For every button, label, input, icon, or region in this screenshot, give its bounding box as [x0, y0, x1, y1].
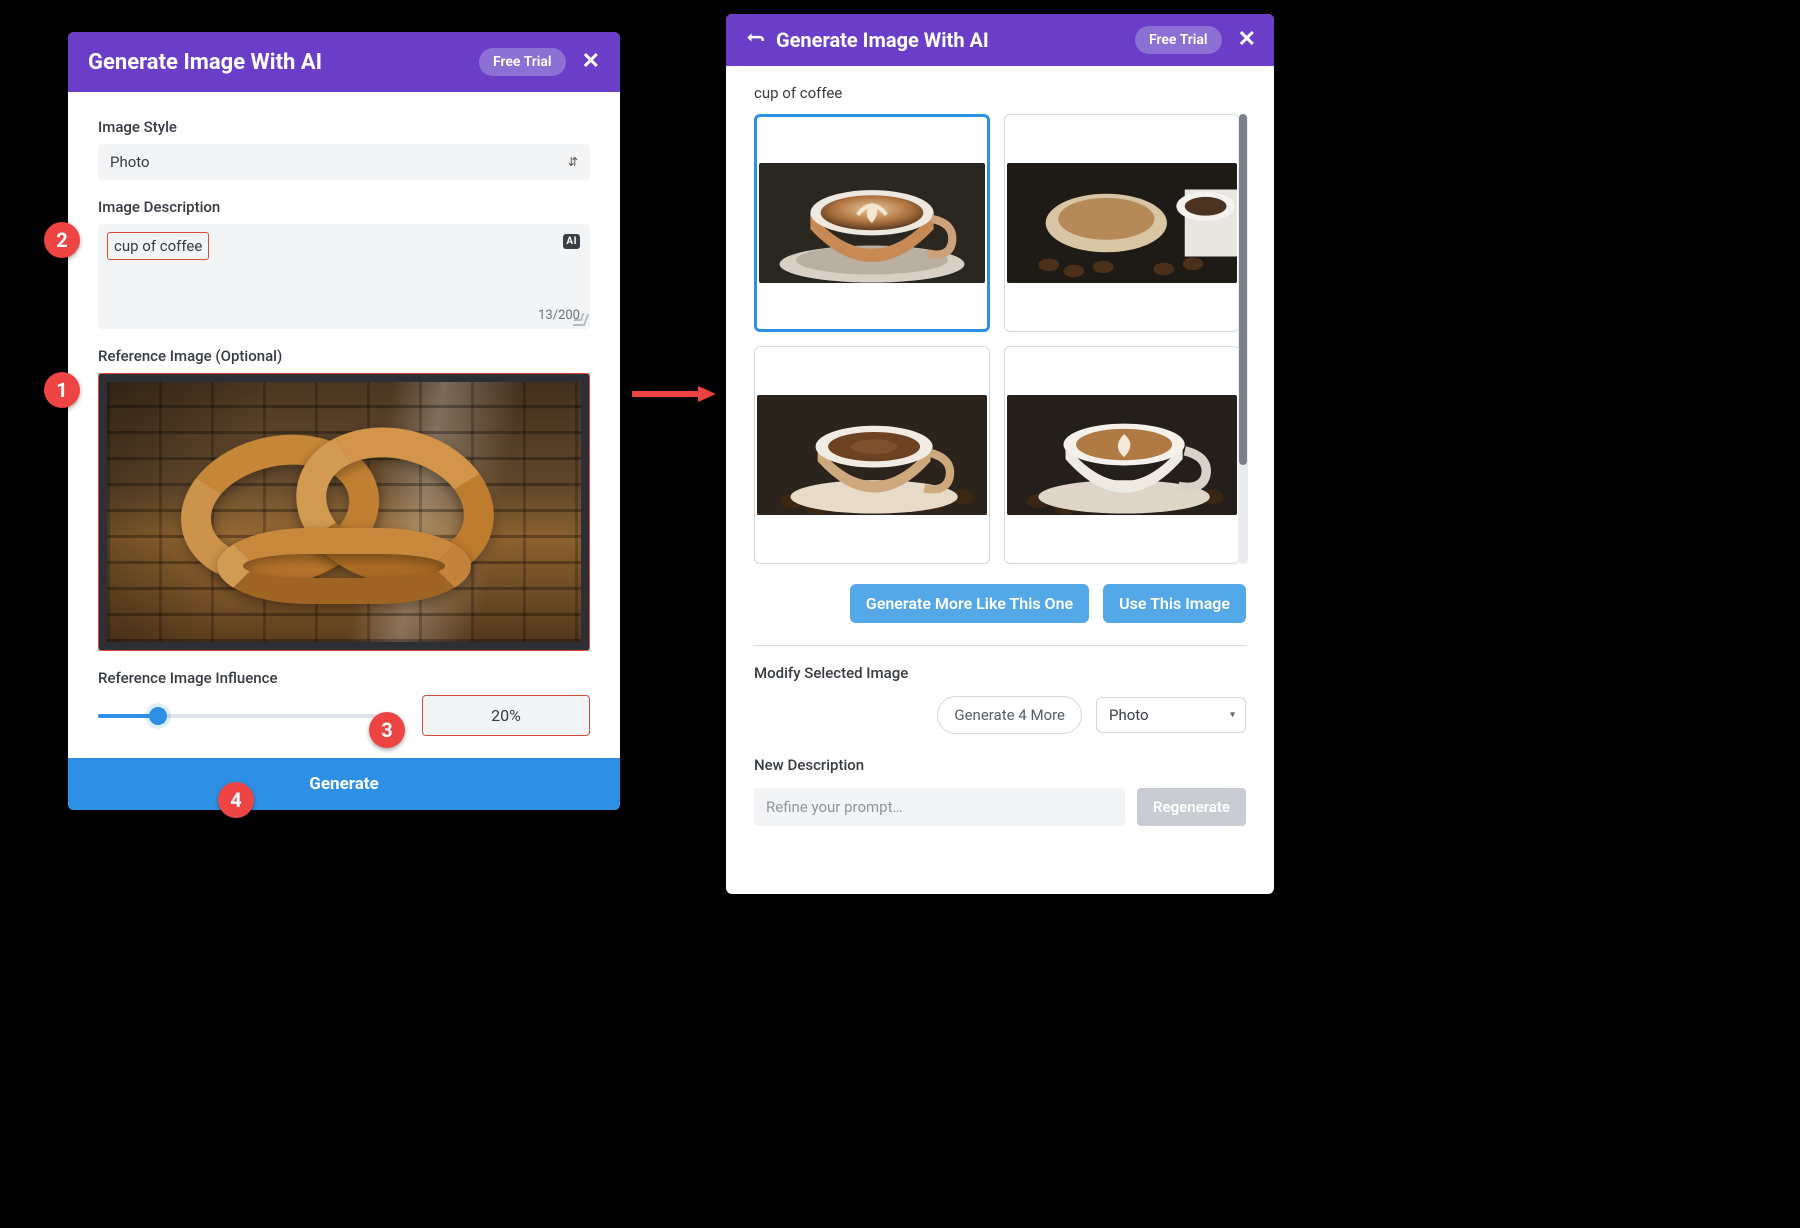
image-style-label: Image Style	[98, 118, 590, 136]
panel-title: Generate Image With AI	[776, 28, 1135, 52]
image-description-input[interactable]: cup of coffee AI 13/200	[98, 224, 590, 329]
result-thumb-3[interactable]	[754, 346, 990, 564]
back-icon[interactable]	[744, 30, 764, 50]
influence-slider[interactable]	[98, 714, 398, 718]
callout-2: 2	[44, 222, 80, 258]
ai-assist-button[interactable]: AI	[563, 234, 580, 249]
image-description-value: cup of coffee	[107, 232, 209, 260]
results-scrollbar[interactable]	[1238, 114, 1248, 564]
modify-style-value: Photo	[1109, 706, 1149, 724]
refine-prompt-input[interactable]: Refine your prompt…	[754, 788, 1125, 826]
image-style-value: Photo	[110, 153, 150, 171]
modify-style-select[interactable]: Photo ▾	[1096, 697, 1246, 733]
close-icon[interactable]: ✕	[1238, 29, 1256, 51]
generate-more-like-button[interactable]: Generate More Like This One	[850, 584, 1089, 623]
divider	[754, 645, 1246, 646]
close-icon[interactable]: ✕	[582, 51, 600, 73]
result-thumb-4[interactable]	[1004, 346, 1240, 564]
influence-value: 20%	[422, 695, 590, 736]
reference-image-upload[interactable]	[98, 373, 590, 651]
prompt-echo: cup of coffee	[754, 84, 1246, 102]
chevron-down-icon: ▾	[1230, 710, 1235, 721]
generate-4-more-button[interactable]: Generate 4 More	[937, 696, 1082, 734]
arrow-right-icon	[632, 386, 716, 402]
generate-panel-input: Generate Image With AI Free Trial ✕ Imag…	[68, 32, 620, 810]
slider-knob-icon[interactable]	[149, 707, 167, 725]
new-description-label: New Description	[754, 756, 1246, 774]
titlebar: Generate Image With AI Free Trial ✕	[726, 14, 1274, 66]
generate-button[interactable]: Generate	[68, 758, 620, 810]
callout-3: 3	[369, 712, 405, 748]
use-this-image-button[interactable]: Use This Image	[1103, 584, 1246, 623]
modify-heading: Modify Selected Image	[754, 664, 1246, 682]
titlebar: Generate Image With AI Free Trial ✕	[68, 32, 620, 92]
panel-title: Generate Image With AI	[88, 50, 479, 75]
result-thumb-2[interactable]	[1004, 114, 1240, 332]
reference-image-thumb	[107, 382, 581, 642]
free-trial-badge[interactable]: Free Trial	[479, 48, 566, 76]
resize-handle-icon[interactable]	[573, 314, 589, 326]
result-thumb-1[interactable]	[754, 114, 990, 332]
callout-4: 4	[218, 782, 254, 818]
refine-placeholder: Refine your prompt…	[766, 798, 903, 816]
influence-label: Reference Image Influence	[98, 669, 590, 687]
regenerate-button[interactable]: Regenerate	[1137, 788, 1246, 826]
generate-panel-results: Generate Image With AI Free Trial ✕ cup …	[726, 14, 1274, 894]
image-description-label: Image Description	[98, 198, 590, 216]
chevron-updown-icon: ⇵	[568, 155, 578, 169]
callout-1: 1	[44, 372, 80, 408]
free-trial-badge[interactable]: Free Trial	[1135, 26, 1222, 54]
image-style-select[interactable]: Photo ⇵	[98, 144, 590, 180]
reference-image-label: Reference Image (Optional)	[98, 347, 590, 365]
